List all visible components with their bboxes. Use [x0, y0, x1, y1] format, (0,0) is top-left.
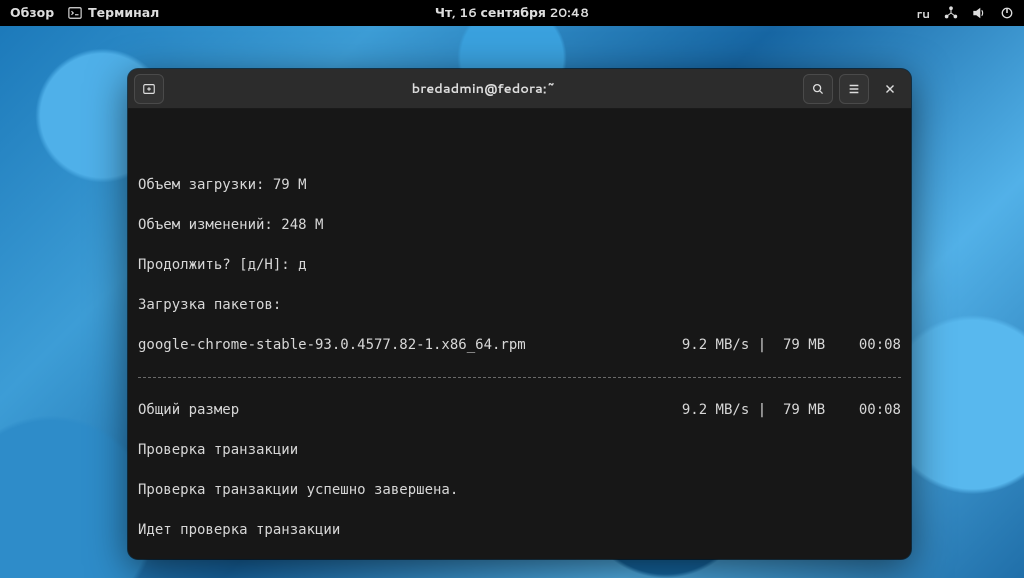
window-title: bredadmin@fedora:~ [164, 80, 803, 98]
hamburger-icon [847, 82, 861, 96]
keyboard-layout-indicator[interactable]: ru [917, 5, 930, 22]
term-line: Объем загрузки: 79 M [138, 175, 901, 195]
new-tab-button[interactable] [134, 74, 164, 104]
close-button[interactable] [875, 74, 905, 104]
search-icon [811, 82, 825, 96]
term-line: Объем изменений: 248 M [138, 215, 901, 235]
clock[interactable]: Чт, 16 сентября 20:48 [435, 4, 589, 22]
close-icon [883, 82, 897, 96]
term-line: Продолжить? [д/Н]: д [138, 255, 901, 275]
window-titlebar[interactable]: bredadmin@fedora:~ [128, 69, 911, 109]
term-line [138, 135, 901, 155]
gnome-topbar: Обзор Терминал Чт, 16 сентября 20:48 ru [0, 0, 1024, 26]
topbar-app-label: Терминал [88, 4, 159, 22]
search-button[interactable] [803, 74, 833, 104]
term-line: Загрузка пакетов: [138, 295, 901, 315]
volume-icon[interactable] [972, 6, 986, 20]
term-line: Идет проверка транзакции [138, 520, 901, 540]
power-icon[interactable] [1000, 6, 1014, 20]
term-line: Проверка транзакции [138, 440, 901, 460]
hamburger-menu-button[interactable] [839, 74, 869, 104]
term-line: Общий размер 9.2 MB/s | 79 MB 00:08 [138, 400, 901, 420]
terminal-window: bredadmin@fedora:~ Объем загрузки: 79 M … [128, 69, 911, 559]
activities-button[interactable]: Обзор [10, 4, 54, 22]
terminal-icon [68, 6, 82, 20]
term-line: google-chrome-stable-93.0.4577.82-1.x86_… [138, 335, 901, 355]
new-tab-icon [142, 82, 156, 96]
term-line: Проверка транзакции успешно завершена. [138, 480, 901, 500]
separator [138, 377, 901, 378]
terminal-app-indicator[interactable]: Терминал [68, 4, 159, 22]
network-icon[interactable] [944, 6, 958, 20]
terminal-content[interactable]: Объем загрузки: 79 M Объем изменений: 24… [128, 109, 911, 559]
